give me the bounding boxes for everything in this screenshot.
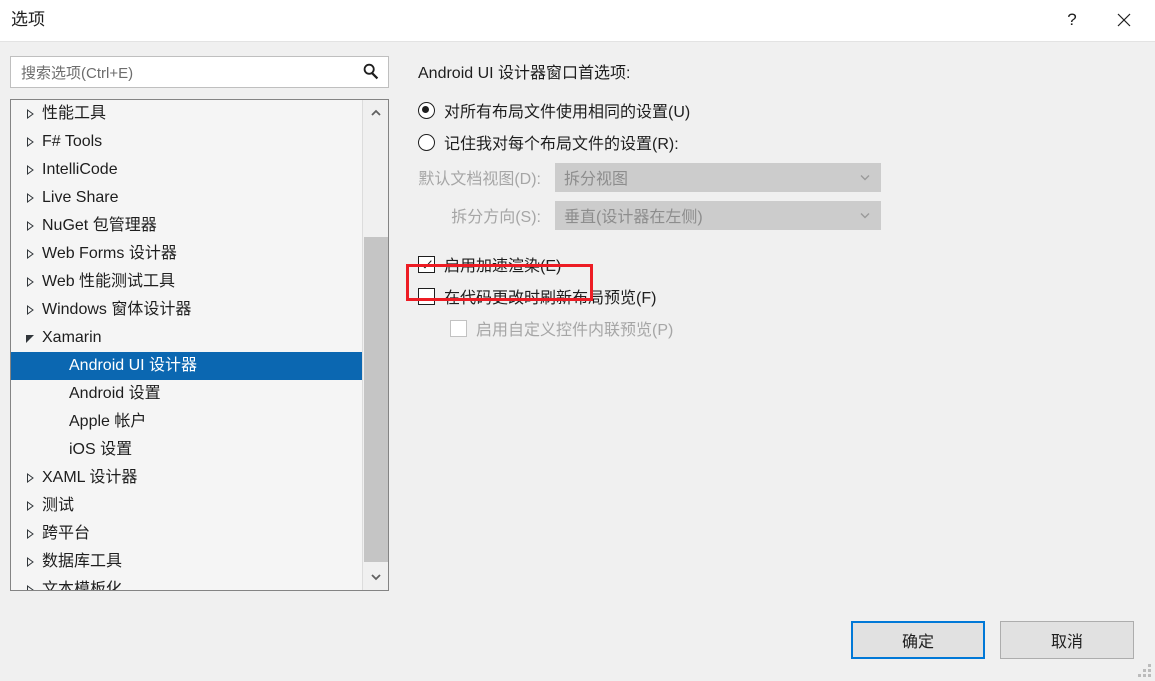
checkbox-indicator[interactable] [418,255,435,273]
tree-item[interactable]: 跨平台 [11,520,363,548]
triangle-right-icon[interactable] [23,212,37,240]
checkbox-enable-custom-control-inline-preview: 启用自定义控件内联预览(P) [450,312,1128,344]
tree-item[interactable]: 测试 [11,492,363,520]
radio-label: 记住我对每个布局文件的设置(R): [444,136,679,153]
tree-item-label: iOS 设置 [69,441,133,458]
checkbox-label: 在代码更改时刷新布局预览(F) [444,290,657,307]
tree-item-label: Web Forms 设计器 [42,245,177,262]
tree-item[interactable]: IntelliCode [11,156,363,184]
radio-remember-per-file[interactable]: 记住我对每个布局文件的设置(R): [418,126,1128,158]
tree-item[interactable]: 数据库工具 [11,548,363,576]
triangle-right-icon[interactable] [23,156,37,184]
tree-item-label: Live Share [42,189,119,206]
tree-scrollbar[interactable] [362,100,388,590]
close-icon [1117,13,1131,27]
chevron-down-icon [858,164,872,191]
split-direction-row: 拆分方向(S): 垂直(设计器在左侧) [418,196,1128,234]
tree-item-label: 性能工具 [42,105,107,122]
radio-label: 对所有布局文件使用相同的设置(U) [444,104,691,121]
triangle-right-icon[interactable] [23,184,37,212]
triangle-right-icon[interactable] [23,100,37,128]
tree-item-label: Web 性能测试工具 [42,273,176,290]
dropdown-value: 拆分视图 [564,171,629,188]
tree-item[interactable]: Android 设置 [11,380,363,408]
cancel-button[interactable]: 取消 [1000,621,1134,659]
tree-item-label: Android 设置 [69,385,161,402]
tree-item-label: 跨平台 [42,525,91,542]
radio-indicator[interactable] [418,101,435,119]
tree-item[interactable]: Apple 帐户 [11,408,363,436]
tree-item[interactable]: Live Share [11,184,363,212]
default-document-view-dropdown: 拆分视图 [555,162,881,192]
chevron-up-icon [370,109,381,116]
title-bar: 选项 ? [0,0,1155,42]
checkbox-label: 启用加速渲染(E) [444,258,562,275]
tree-item[interactable]: F# Tools [11,128,363,156]
tree-item-label: XAML 设计器 [42,469,138,486]
tree-item-label: Apple 帐户 [69,413,147,430]
checkbox-indicator [450,319,467,337]
tree-item-label: IntelliCode [42,161,118,178]
split-direction-label: 拆分方向(S): [451,209,541,226]
triangle-right-icon[interactable] [23,464,37,492]
options-tree[interactable]: 性能工具 F# Tools IntelliCode Live Share NuGet 包… [11,100,363,591]
tree-item-label: 文本模板化 [42,581,123,591]
triangle-right-icon[interactable] [23,240,37,268]
triangle-down-icon[interactable] [23,324,37,352]
tree-item-label: 数据库工具 [42,553,123,570]
tree-item[interactable]: Android UI 设计器 [11,352,363,380]
resize-grip[interactable] [1138,664,1151,677]
ok-button-label: 确定 [901,634,934,651]
triangle-right-icon[interactable] [23,492,37,520]
close-button[interactable] [1101,0,1147,40]
default-document-view-label: 默认文档视图(D): [418,171,541,188]
tree-item[interactable]: Web Forms 设计器 [11,240,363,268]
tree-item-label: Windows 窗体设计器 [42,301,192,318]
split-direction-dropdown: 垂直(设计器在左侧) [555,200,881,230]
search-icon[interactable] [360,61,382,83]
help-button[interactable]: ? [1049,0,1095,40]
tree-item-label: NuGet 包管理器 [42,217,157,234]
chevron-down-icon [370,574,381,581]
scroll-down-button[interactable] [363,564,388,590]
triangle-right-icon[interactable] [23,548,37,576]
checkbox-indicator[interactable] [418,287,435,305]
tree-item[interactable]: Windows 窗体设计器 [11,296,363,324]
checkbox-label: 启用自定义控件内联预览(P) [476,322,674,339]
scroll-up-button[interactable] [363,100,388,126]
tree-item-label: Android UI 设计器 [69,357,198,374]
radio-use-same-settings[interactable]: 对所有布局文件使用相同的设置(U) [418,94,1128,126]
triangle-right-icon[interactable] [23,296,37,324]
search-box[interactable] [10,56,389,89]
checkbox-enable-accelerated-rendering[interactable]: 启用加速渲染(E) [418,248,1128,280]
triangle-right-icon[interactable] [23,520,37,548]
tree-item-label: F# Tools [42,133,103,150]
question-mark-icon: ? [1067,10,1077,29]
dropdown-value: 垂直(设计器在左侧) [564,209,703,226]
triangle-right-icon[interactable] [23,128,37,156]
triangle-right-icon[interactable] [23,268,37,296]
options-pane: Android UI 设计器窗口首选项: 对所有布局文件使用相同的设置(U) 记… [418,62,1128,344]
checkbox-refresh-layout-preview[interactable]: 在代码更改时刷新布局预览(F) [418,280,1128,312]
scrollbar-thumb[interactable] [364,237,388,562]
tree-item[interactable]: Xamarin [11,324,363,352]
tree-item-label: 测试 [42,497,75,514]
default-document-view-row: 默认文档视图(D): 拆分视图 [418,158,1128,196]
tree-item[interactable]: 性能工具 [11,100,363,128]
tree-item[interactable]: Web 性能测试工具 [11,268,363,296]
tree-item[interactable]: NuGet 包管理器 [11,212,363,240]
chevron-down-icon [858,202,872,229]
tree-item[interactable]: iOS 设置 [11,436,363,464]
dialog-title: 选项 [11,10,45,29]
tree-item[interactable]: 文本模板化 [11,576,363,591]
pane-heading: Android UI 设计器窗口首选项: [418,65,631,82]
tree-item-label: Xamarin [42,329,102,346]
radio-indicator[interactable] [418,133,435,151]
cancel-button-label: 取消 [1050,634,1083,651]
options-tree-panel[interactable]: 性能工具 F# Tools IntelliCode Live Share NuGet 包… [10,99,389,591]
triangle-right-icon[interactable] [23,576,37,590]
ok-button[interactable]: 确定 [851,621,985,659]
tree-item[interactable]: XAML 设计器 [11,464,363,492]
search-input[interactable] [19,57,353,89]
